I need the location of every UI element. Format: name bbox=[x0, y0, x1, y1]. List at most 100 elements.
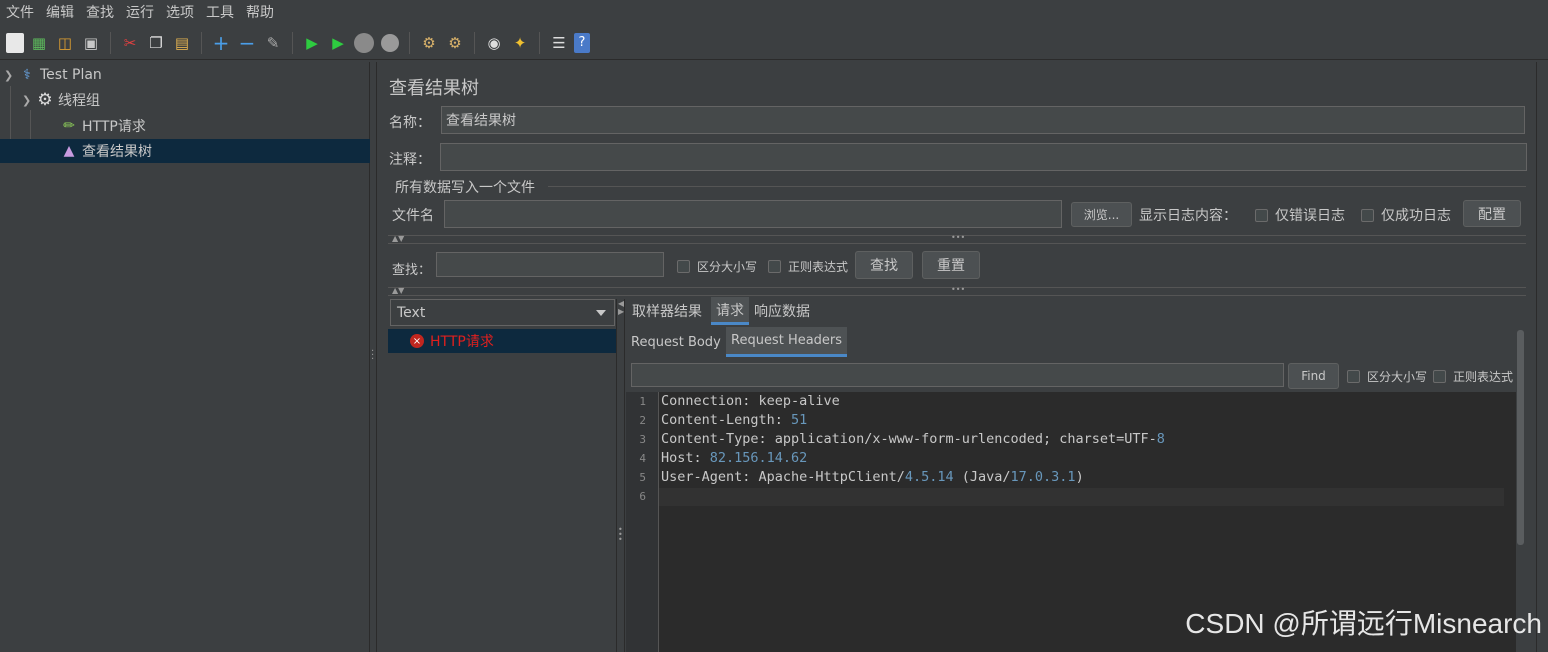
save-icon[interactable]: ▣ bbox=[80, 32, 102, 54]
stop-icon[interactable] bbox=[353, 32, 375, 54]
code-line: Content-Length: 51 bbox=[661, 412, 808, 428]
menu-bar: 文件 编辑 查找 运行 选项 工具 帮助 bbox=[0, 0, 1548, 24]
case-sensitive-checkbox[interactable]: 区分大小写 bbox=[677, 258, 757, 275]
errors-only-checkbox[interactable]: 仅错误日志 bbox=[1255, 205, 1345, 225]
search-label: 查找： bbox=[392, 263, 432, 278]
toolbar-separator bbox=[539, 31, 540, 54]
search-input[interactable] bbox=[436, 252, 664, 277]
editor-find-button[interactable]: Find bbox=[1288, 363, 1339, 389]
expand-icon[interactable]: + bbox=[210, 31, 232, 55]
paste-icon[interactable]: ▤ bbox=[171, 32, 193, 54]
copy-icon[interactable]: ❐ bbox=[145, 32, 167, 54]
start-icon[interactable]: ▶ bbox=[301, 32, 323, 54]
shutdown-icon[interactable] bbox=[379, 32, 401, 54]
toggle-icon[interactable]: ✎ bbox=[262, 32, 284, 54]
menu-help[interactable]: 帮助 bbox=[240, 2, 280, 22]
menu-search[interactable]: 查找 bbox=[80, 2, 120, 22]
function-helper-icon[interactable]: ☰ bbox=[548, 32, 570, 54]
open-icon[interactable]: ◫ bbox=[54, 32, 76, 54]
gear-icon: ⚙ bbox=[37, 90, 53, 110]
menu-edit[interactable]: 编辑 bbox=[40, 2, 80, 22]
splitter-grip-icon: · · · bbox=[371, 346, 375, 365]
line-number: 6 bbox=[639, 490, 646, 503]
editor-search-input[interactable] bbox=[631, 363, 1284, 387]
help-icon[interactable]: ? bbox=[574, 32, 590, 53]
browse-button[interactable]: 浏览... bbox=[1071, 202, 1132, 227]
line-number: 3 bbox=[639, 433, 646, 446]
editor-case-sensitive-label: 区分大小写 bbox=[1367, 370, 1428, 384]
tree-item-view-results-tree[interactable]: ▲ 查看结果树 bbox=[0, 139, 370, 163]
toolbar-separator bbox=[474, 31, 475, 54]
case-sensitive-label: 区分大小写 bbox=[697, 260, 758, 274]
success-only-checkbox[interactable]: 仅成功日志 bbox=[1361, 205, 1451, 225]
menu-tools[interactable]: 工具 bbox=[200, 2, 240, 22]
line-number: 1 bbox=[639, 395, 646, 408]
result-item-label: HTTP请求 bbox=[430, 334, 494, 350]
toolbar-separator bbox=[292, 31, 293, 54]
checkbox-box[interactable] bbox=[1361, 208, 1374, 222]
start-no-pause-icon[interactable]: ▶ bbox=[327, 32, 349, 54]
reset-search-icon[interactable]: ✦ bbox=[509, 32, 531, 54]
tab-sampler-result[interactable]: 取样器结果 bbox=[627, 297, 707, 325]
split-grip-icon[interactable]: ••• bbox=[951, 285, 965, 295]
clear-icon[interactable]: ⚙ bbox=[418, 32, 440, 54]
code-line: Content-Type: application/x-www-form-url… bbox=[661, 431, 1165, 447]
line-number: 2 bbox=[639, 414, 646, 427]
error-shield-icon: × bbox=[410, 334, 424, 348]
test-plan-tree: ❯ ⚕ Test Plan ❯ ⚙ 线程组 ✏ HTTP请求 ▲ 查看结果树 bbox=[0, 62, 370, 652]
code-line: Connection: keep-alive bbox=[661, 393, 840, 409]
reset-button[interactable]: 重置 bbox=[922, 251, 980, 279]
find-button[interactable]: 查找 bbox=[855, 251, 913, 279]
tab-response-data[interactable]: 响应数据 bbox=[749, 297, 815, 325]
regex-checkbox[interactable]: 正则表达式 bbox=[768, 258, 848, 275]
tab-request[interactable]: 请求 bbox=[711, 297, 749, 325]
tree-item-test-plan[interactable]: ❯ ⚕ Test Plan bbox=[4, 63, 370, 87]
result-item[interactable]: × HTTP请求 bbox=[388, 329, 616, 353]
editor-regex-checkbox[interactable]: 正则表达式 bbox=[1433, 368, 1513, 385]
clear-all-icon[interactable]: ⚙ bbox=[444, 32, 466, 54]
editor-case-sensitive-checkbox[interactable]: 区分大小写 bbox=[1347, 368, 1427, 385]
comment-input[interactable] bbox=[440, 143, 1527, 171]
split-grip-icon[interactable]: ••• bbox=[951, 233, 965, 243]
scrollbar-thumb[interactable] bbox=[1517, 330, 1524, 545]
name-label: 名称： bbox=[389, 115, 431, 131]
errors-only-label: 仅错误日志 bbox=[1275, 208, 1345, 224]
split-divider bbox=[388, 295, 1526, 296]
split-grip-icon[interactable]: ••• bbox=[618, 526, 623, 544]
checkbox-box[interactable] bbox=[768, 260, 781, 273]
renderer-select[interactable]: Text bbox=[390, 299, 615, 326]
tree-item-thread-group[interactable]: ❯ ⚙ 线程组 bbox=[22, 88, 370, 112]
editor-regex-label: 正则表达式 bbox=[1453, 370, 1514, 384]
flask-icon: ⚕ bbox=[23, 67, 31, 83]
checkbox-box[interactable] bbox=[1433, 370, 1446, 383]
list-divider bbox=[624, 299, 625, 652]
chevron-down-icon[interactable]: ❯ bbox=[22, 94, 36, 107]
checkbox-box[interactable] bbox=[677, 260, 690, 273]
toolbar-separator bbox=[409, 31, 410, 54]
cut-icon[interactable]: ✂ bbox=[119, 32, 141, 54]
checkbox-box[interactable] bbox=[1255, 208, 1268, 222]
filename-input[interactable] bbox=[444, 200, 1062, 228]
templates-icon[interactable]: ▦ bbox=[28, 32, 50, 54]
tab-request-body[interactable]: Request Body bbox=[626, 327, 726, 357]
tree-item-http-request[interactable]: ✏ HTTP请求 bbox=[60, 114, 370, 138]
chevron-down-icon[interactable]: ❯ bbox=[4, 69, 18, 82]
menu-file[interactable]: 文件 bbox=[0, 2, 40, 22]
collapse-icon[interactable]: − bbox=[236, 31, 258, 55]
renderer-select-value: Text bbox=[397, 304, 426, 321]
new-icon[interactable] bbox=[6, 32, 24, 53]
menu-options[interactable]: 选项 bbox=[160, 2, 200, 22]
split-divider bbox=[388, 243, 1526, 244]
current-line-highlight bbox=[659, 488, 1504, 506]
log-content-label: 显示日志内容： bbox=[1139, 208, 1237, 224]
search-icon[interactable]: ◉ bbox=[483, 32, 505, 54]
page-title: 查看结果树 bbox=[389, 78, 479, 99]
tab-request-headers[interactable]: Request Headers bbox=[726, 327, 848, 357]
panel-splitter[interactable]: · · · bbox=[370, 62, 377, 652]
name-input[interactable] bbox=[441, 106, 1525, 134]
menu-run[interactable]: 运行 bbox=[120, 2, 160, 22]
checkbox-box[interactable] bbox=[1347, 370, 1360, 383]
chevron-down-icon[interactable] bbox=[596, 310, 606, 316]
regex-label: 正则表达式 bbox=[788, 260, 849, 274]
configure-button[interactable]: 配置 bbox=[1463, 200, 1521, 227]
